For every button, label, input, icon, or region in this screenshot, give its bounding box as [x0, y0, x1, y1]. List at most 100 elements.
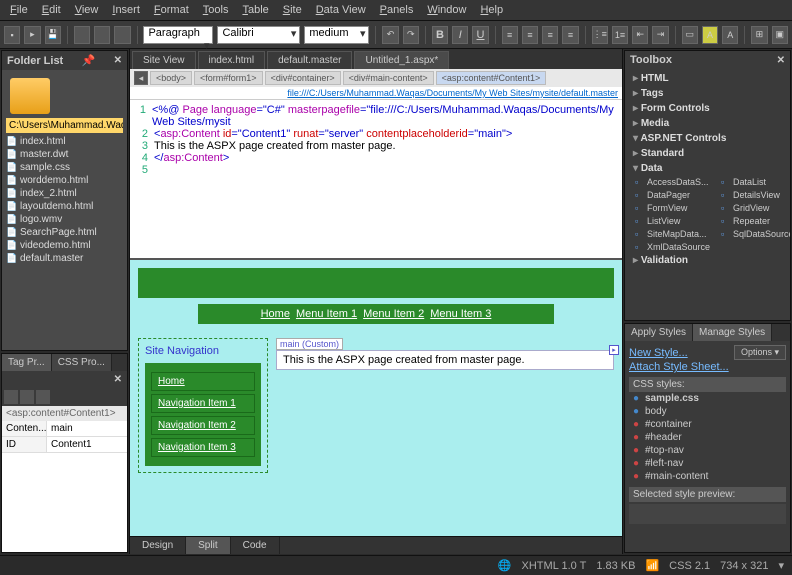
- document-tab[interactable]: default.master: [267, 51, 352, 69]
- styles-tab[interactable]: Apply Styles: [625, 324, 693, 341]
- bold-button[interactable]: B: [432, 26, 448, 44]
- menu-window[interactable]: Window: [421, 2, 472, 18]
- table-button[interactable]: ⊞: [751, 26, 767, 44]
- close-icon[interactable]: ✕: [114, 55, 122, 66]
- tag-tab[interactable]: Tag Pr...: [2, 354, 52, 371]
- tag-tool-a[interactable]: [4, 390, 18, 404]
- breadcrumb-item[interactable]: <asp:content#Content1>: [436, 71, 547, 85]
- align-center-button[interactable]: ≡: [522, 26, 538, 44]
- tool-b[interactable]: [94, 26, 110, 44]
- menu-help[interactable]: Help: [474, 2, 509, 18]
- folder-list-body[interactable]: C:\Users\Muhammad.Waqas\Do index.htmlmas…: [2, 70, 127, 350]
- file-path[interactable]: file:///C:/Users/Muhammad.Waqas/Document…: [130, 87, 622, 100]
- toolbox-group[interactable]: Tags: [629, 86, 786, 101]
- style-select[interactable]: Paragraph: [143, 26, 213, 44]
- file-item[interactable]: sample.css: [6, 161, 123, 174]
- align-right-button[interactable]: ≡: [542, 26, 558, 44]
- indent-button[interactable]: ⇥: [652, 26, 668, 44]
- smart-tag-icon[interactable]: ▸: [609, 345, 619, 355]
- breadcrumb-item[interactable]: <form#form1>: [194, 71, 263, 85]
- menu-edit[interactable]: Edit: [36, 2, 67, 18]
- file-item[interactable]: layoutdemo.html: [6, 200, 123, 213]
- menu-file[interactable]: File: [4, 2, 34, 18]
- file-item[interactable]: index.html: [6, 135, 123, 148]
- file-item[interactable]: videodemo.html: [6, 239, 123, 252]
- toolbox-item[interactable]: XmlDataSource: [629, 241, 714, 253]
- document-tab[interactable]: Site View: [132, 51, 196, 69]
- open-button[interactable]: ▸: [24, 26, 40, 44]
- underline-button[interactable]: U: [472, 26, 488, 44]
- css-rule[interactable]: #left-nav: [629, 457, 786, 470]
- css-rule[interactable]: #header: [629, 431, 786, 444]
- toolbox-item[interactable]: FormView: [629, 202, 714, 214]
- view-tab-split[interactable]: Split: [186, 537, 230, 554]
- stylesheet-node[interactable]: sample.css: [629, 392, 786, 405]
- status-doctype[interactable]: XHTML 1.0 T: [522, 560, 587, 572]
- toolbox-body[interactable]: HTMLTagsForm ControlsMediaASP.NET Contro…: [625, 69, 790, 320]
- redo-button[interactable]: ↷: [403, 26, 419, 44]
- file-item[interactable]: default.master: [6, 252, 123, 265]
- file-item[interactable]: logo.wmv: [6, 213, 123, 226]
- menu-format[interactable]: Format: [148, 2, 195, 18]
- toolbox-group[interactable]: Standard: [629, 146, 786, 161]
- toolbox-item[interactable]: AccessDataS...: [629, 176, 714, 188]
- font-select[interactable]: Calibri: [217, 26, 300, 44]
- align-left-button[interactable]: ≡: [502, 26, 518, 44]
- toolbox-item[interactable]: DetailsView: [715, 189, 790, 201]
- toolbox-group[interactable]: Validation: [629, 253, 786, 268]
- toolbox-group[interactable]: Form Controls: [629, 101, 786, 116]
- italic-button[interactable]: I: [452, 26, 468, 44]
- save-button[interactable]: 💾: [45, 26, 61, 44]
- pin-icon[interactable]: 📌: [82, 54, 96, 67]
- css-rule[interactable]: #main-content: [629, 470, 786, 483]
- menu-insert[interactable]: Insert: [106, 2, 146, 18]
- menu-site[interactable]: Site: [277, 2, 308, 18]
- toolbox-group[interactable]: Media: [629, 116, 786, 131]
- undo-button[interactable]: ↶: [382, 26, 398, 44]
- tool-c[interactable]: [114, 26, 130, 44]
- options-button[interactable]: Options ▾: [734, 345, 786, 360]
- property-grid[interactable]: Conten...mainIDContent1: [2, 421, 127, 552]
- border-button[interactable]: ▭: [682, 26, 698, 44]
- status-zoom-icon[interactable]: ▾: [778, 559, 784, 572]
- menu-view[interactable]: View: [69, 2, 105, 18]
- css-rule[interactable]: #container: [629, 418, 786, 431]
- file-item[interactable]: worddemo.html: [6, 174, 123, 187]
- content-placeholder-tag[interactable]: main (Custom): [276, 338, 343, 350]
- toolbox-item[interactable]: GridView: [715, 202, 790, 214]
- bc-nav-button[interactable]: ◂: [134, 71, 148, 85]
- attach-stylesheet-link[interactable]: Attach Style Sheet...: [629, 361, 786, 373]
- toolbox-item[interactable]: SqlDataSource: [715, 228, 790, 240]
- folder-root[interactable]: C:\Users\Muhammad.Waqas\Do: [6, 118, 123, 133]
- breadcrumb-item[interactable]: <body>: [150, 71, 192, 85]
- toolbox-asp-header[interactable]: ASP.NET Controls: [629, 131, 786, 146]
- toolbox-item[interactable]: Repeater: [715, 215, 790, 227]
- font-color-button[interactable]: A: [722, 26, 738, 44]
- close-icon[interactable]: ✕: [777, 55, 785, 66]
- file-item[interactable]: SearchPage.html: [6, 226, 123, 239]
- image-button[interactable]: ▣: [772, 26, 788, 44]
- toolbox-item[interactable]: SiteMapData...: [629, 228, 714, 240]
- outdent-button[interactable]: ⇤: [632, 26, 648, 44]
- list-ol-button[interactable]: 1≡: [612, 26, 628, 44]
- file-item[interactable]: master.dwt: [6, 148, 123, 161]
- status-css[interactable]: CSS 2.1: [669, 560, 710, 572]
- breadcrumb-item[interactable]: <div#container>: [265, 71, 341, 85]
- tag-tab[interactable]: CSS Pro...: [52, 354, 112, 371]
- tag-tool-c[interactable]: [36, 390, 50, 404]
- toolbox-item[interactable]: ListView: [629, 215, 714, 227]
- tag-tool-b[interactable]: [20, 390, 34, 404]
- toolbox-group[interactable]: Data: [629, 161, 786, 176]
- site-folder-icon[interactable]: [10, 78, 50, 114]
- tool-a[interactable]: [74, 26, 90, 44]
- view-tab-design[interactable]: Design: [130, 537, 186, 554]
- document-tab[interactable]: index.html: [198, 51, 266, 69]
- toolbox-item[interactable]: DataList: [715, 176, 790, 188]
- code-editor[interactable]: 1<%@ Page language="C#" masterpagefile="…: [130, 100, 622, 260]
- styles-tab[interactable]: Manage Styles: [693, 324, 772, 341]
- view-tab-code[interactable]: Code: [231, 537, 280, 554]
- design-view[interactable]: HomeMenu Item 1Menu Item 2Menu Item 3 Si…: [130, 260, 622, 536]
- list-ul-button[interactable]: ⋮≡: [592, 26, 608, 44]
- toolbox-item[interactable]: DataPager: [629, 189, 714, 201]
- menu-panels[interactable]: Panels: [374, 2, 420, 18]
